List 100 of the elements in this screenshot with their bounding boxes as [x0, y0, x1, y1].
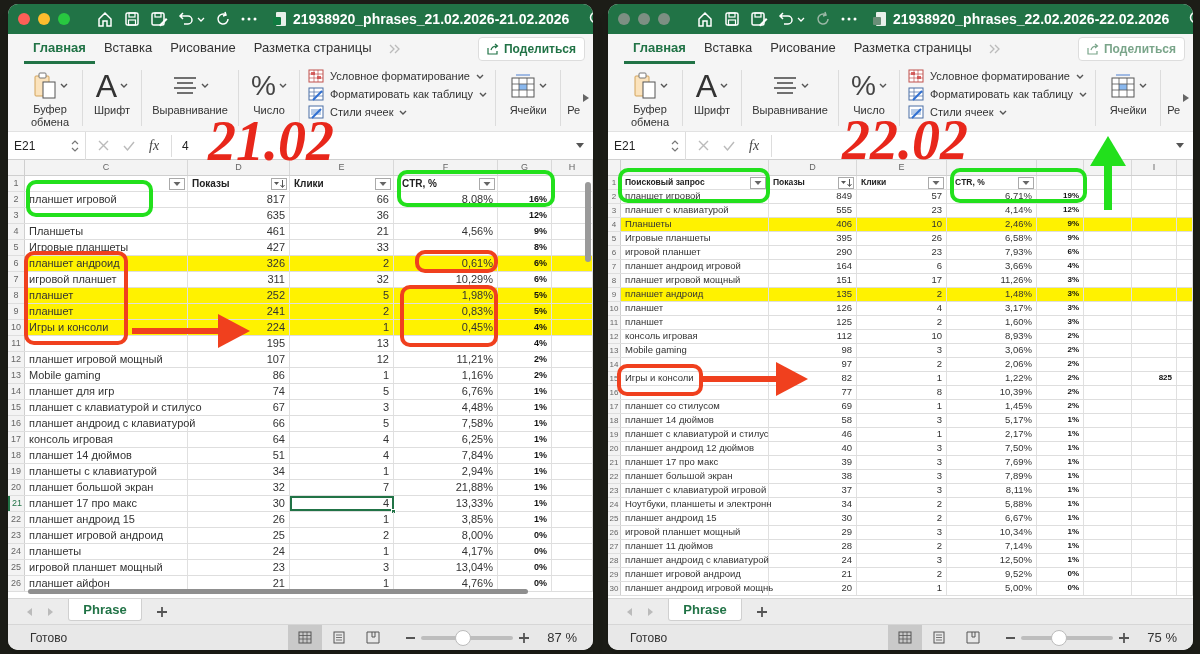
row-number[interactable]: 22	[609, 470, 619, 483]
view-button[interactable]	[888, 624, 923, 650]
column-letter[interactable]: H	[568, 160, 576, 175]
stepper-icon[interactable]	[671, 138, 679, 153]
zoom-button[interactable]	[58, 13, 70, 25]
row-number[interactable]: 25	[609, 512, 619, 525]
ribbon-menu-button[interactable]: Форматировать как таблицу	[908, 86, 1088, 102]
more-icon[interactable]	[241, 17, 257, 21]
zoom-out-icon[interactable]	[1006, 636, 1016, 639]
ribbon-menu-button[interactable]: Условное форматирование	[308, 68, 488, 84]
ribbon-tab[interactable]: Вставка	[694, 34, 762, 64]
filter-button[interactable]	[169, 177, 185, 190]
ribbon-button[interactable]: Выравнивание	[742, 66, 838, 129]
ribbon-button[interactable]: Буфер обмена	[618, 66, 682, 129]
ribbon-tab[interactable]: Рисование	[761, 34, 845, 64]
caret-icon[interactable]	[797, 16, 805, 22]
sort-filter-button[interactable]	[838, 176, 854, 189]
undo-icon[interactable]	[778, 11, 794, 27]
selected-cell[interactable]: 4	[290, 496, 394, 511]
zoom-out-icon[interactable]	[406, 636, 416, 639]
ribbon-tab[interactable]: Разметка страницы	[844, 34, 981, 64]
column-letter[interactable]: G	[521, 160, 528, 175]
row-number[interactable]: 26	[609, 526, 619, 539]
save-icon[interactable]	[724, 11, 740, 27]
column-letter[interactable]: D	[235, 160, 242, 175]
dropdown-icon[interactable]	[1175, 142, 1185, 149]
ribbon-menu-button[interactable]: Стили ячеек	[308, 104, 488, 120]
more-icon[interactable]	[841, 17, 857, 21]
row-number[interactable]: 12	[609, 330, 619, 343]
ribbon-menu-button[interactable]: Форматировать как таблицу	[308, 86, 488, 102]
zoom-in-icon[interactable]	[1119, 632, 1130, 643]
save-pencil-icon[interactable]	[750, 11, 768, 27]
scroll-right-icon[interactable]	[582, 92, 591, 103]
home-icon[interactable]	[96, 10, 114, 28]
ribbon-button[interactable]: Ячейки	[1096, 66, 1161, 129]
filter-button[interactable]	[750, 176, 766, 189]
column-letter[interactable]: D	[809, 160, 816, 175]
slider-thumb[interactable]	[455, 629, 472, 646]
stepper-icon[interactable]	[71, 138, 79, 153]
ribbon-button[interactable]: Буфер обмена	[18, 66, 82, 129]
save-pencil-icon[interactable]	[150, 11, 168, 27]
sheet-tab[interactable]: Phrase	[68, 599, 142, 621]
sheet-tab[interactable]: Phrase	[668, 599, 742, 621]
function-button[interactable]: fx	[149, 135, 160, 156]
row-number[interactable]: 18	[609, 414, 619, 427]
ribbon-menu-button[interactable]: Условное форматирование	[908, 68, 1088, 84]
minimize-button[interactable]	[38, 13, 50, 25]
caret-icon[interactable]	[197, 16, 205, 22]
column-letter[interactable]: E	[898, 160, 905, 175]
column-letter[interactable]: I	[1152, 160, 1156, 175]
add-sheet-icon[interactable]	[156, 605, 168, 618]
dropdown-icon[interactable]	[575, 142, 585, 149]
filter-button[interactable]	[928, 176, 944, 189]
fill-handle[interactable]	[391, 509, 396, 514]
row-number[interactable]: 28	[609, 554, 619, 567]
redo-icon[interactable]	[815, 11, 831, 27]
ribbon-button[interactable]: A Шрифт	[683, 66, 741, 129]
row-number[interactable]: 24	[609, 498, 619, 511]
ribbon-button[interactable]: Ячейки	[496, 66, 561, 129]
filter-button[interactable]	[375, 177, 391, 190]
row-number[interactable]: 17	[609, 400, 619, 413]
row-number[interactable]: 27	[609, 540, 619, 553]
scrollbar-thumb[interactable]	[585, 182, 591, 262]
row-number[interactable]: 29	[609, 568, 619, 581]
row-number[interactable]: 19	[609, 428, 619, 441]
row-number[interactable]: 30	[609, 582, 619, 595]
row-number[interactable]: 11	[609, 316, 619, 329]
check-icon[interactable]	[123, 140, 135, 151]
ribbon-tab[interactable]: Рисование	[161, 34, 245, 64]
row-number[interactable]: 16	[609, 386, 619, 399]
formula-field[interactable]: 4	[180, 136, 191, 155]
row-number[interactable]: 10	[609, 302, 619, 315]
add-sheet-icon[interactable]	[756, 605, 768, 618]
function-button[interactable]: fx	[749, 135, 760, 156]
ribbon-menu-button[interactable]: Стили ячеек	[908, 104, 1088, 120]
row-number[interactable]: 20	[609, 442, 619, 455]
share-button[interactable]: Поделиться	[477, 37, 585, 61]
home-icon[interactable]	[696, 10, 714, 28]
column-letter[interactable]: E	[338, 160, 345, 175]
column-letter[interactable]: C	[102, 160, 110, 175]
row-number[interactable]: 23	[609, 484, 619, 497]
sort-filter-button[interactable]	[271, 177, 287, 190]
check-icon[interactable]	[723, 140, 735, 151]
row-number[interactable]: 13	[609, 344, 619, 357]
scrollbar-thumb[interactable]	[28, 589, 528, 594]
ribbon-tab[interactable]: Вставка	[94, 34, 162, 64]
column-letter[interactable]: F	[442, 160, 449, 175]
name-box[interactable]: E21	[8, 131, 86, 160]
filter-button[interactable]	[1018, 176, 1034, 189]
redo-icon[interactable]	[215, 11, 231, 27]
row-number[interactable]: 14	[609, 358, 619, 371]
filter-button[interactable]	[479, 177, 495, 190]
zoom-in-icon[interactable]	[519, 632, 530, 643]
scroll-right-icon[interactable]	[1182, 92, 1191, 103]
save-icon[interactable]	[124, 11, 140, 27]
ribbon-tab[interactable]: Разметка страницы	[244, 34, 381, 64]
row-number[interactable]: 21	[609, 456, 619, 469]
ribbon-button[interactable]: A Шрифт	[83, 66, 141, 129]
slider-thumb[interactable]	[1050, 629, 1067, 646]
view-button[interactable]	[288, 624, 323, 650]
